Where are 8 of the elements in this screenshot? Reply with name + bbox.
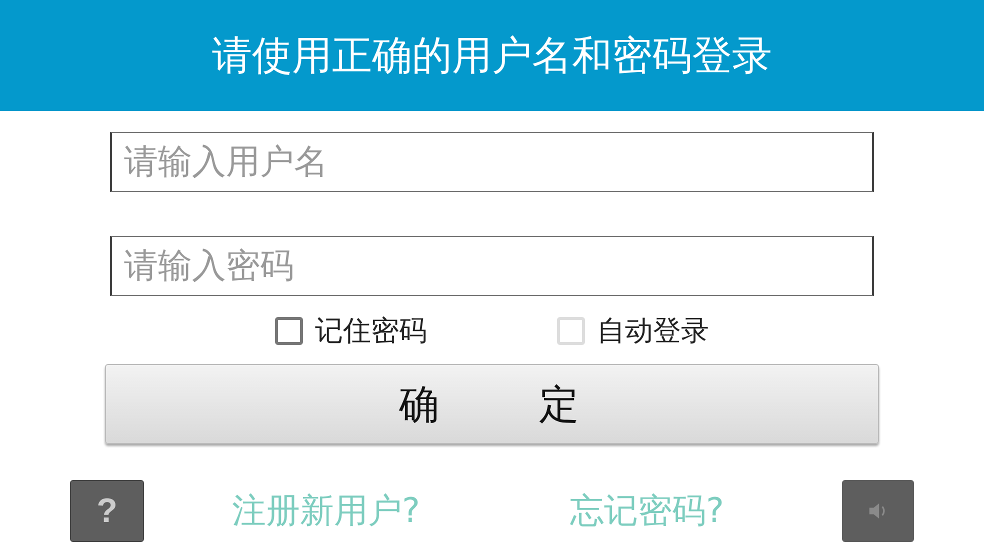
password-field[interactable]: 请输入密码 bbox=[110, 236, 874, 296]
checkbox[interactable] bbox=[275, 317, 303, 345]
confirm-button[interactable]: 确定 bbox=[105, 364, 879, 444]
help-button[interactable]: ? bbox=[70, 480, 144, 542]
username-field[interactable]: 请输入用户名 bbox=[110, 132, 874, 192]
header-title: 请使用正确的用户名和密码登录 bbox=[212, 32, 772, 81]
speaker-button[interactable] bbox=[842, 480, 914, 542]
checkbox-option[interactable]: 记住密码 bbox=[275, 312, 427, 350]
